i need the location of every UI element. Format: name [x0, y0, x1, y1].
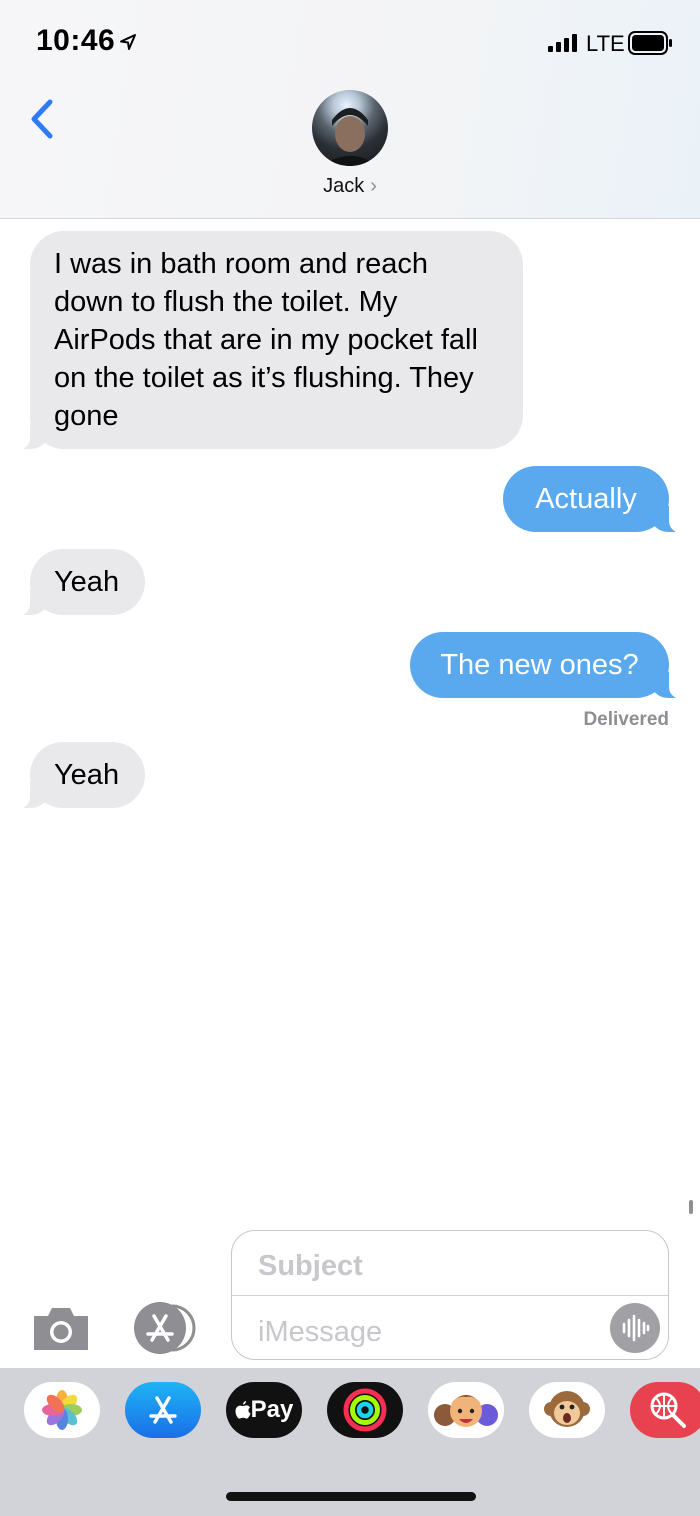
message-bubble-outgoing[interactable]: The new ones? — [410, 632, 689, 699]
apple-pay-label: Pay — [250, 1396, 294, 1423]
battery-icon — [628, 31, 672, 55]
avatar-photo — [322, 108, 378, 166]
message-text: The new ones? — [440, 649, 639, 681]
photos-flower-icon — [42, 1390, 82, 1430]
back-chevron-icon[interactable] — [26, 96, 60, 142]
message-text: I was in bath room and reach down to flu… — [54, 248, 478, 432]
activity-app-icon[interactable] — [327, 1382, 403, 1438]
app-store-drawer-icon[interactable] — [125, 1382, 201, 1438]
home-indicator[interactable] — [226, 1492, 476, 1501]
status-time: 10:46 — [36, 24, 116, 57]
imessage-input[interactable] — [256, 1311, 600, 1353]
app-drawer: Pay — [0, 1368, 700, 1516]
contact-avatar[interactable] — [312, 90, 388, 166]
cellular-signal-icon — [548, 34, 577, 52]
web-images-search-icon[interactable] — [630, 1382, 700, 1438]
audio-message-button[interactable] — [610, 1303, 660, 1353]
scroll-indicator — [689, 1200, 693, 1214]
memoji-icon[interactable] — [428, 1382, 504, 1438]
message-bubble-incoming[interactable]: Yeah — [10, 742, 145, 809]
contact-chevron-icon: › — [370, 175, 377, 197]
message-text: Actually — [535, 483, 637, 515]
waveform-icon — [622, 1314, 650, 1342]
message-text: Yeah — [54, 759, 120, 791]
location-arrow-icon — [120, 34, 136, 50]
compose-divider — [232, 1295, 668, 1296]
app-store-icon[interactable] — [130, 1302, 198, 1354]
apple-pay-icon[interactable]: Pay — [226, 1382, 302, 1438]
conversation-header: 10:46 LTE Jack › — [0, 0, 700, 219]
apple-logo-icon — [235, 1401, 251, 1419]
compose-field — [231, 1230, 669, 1360]
message-bubble-incoming[interactable]: Yeah — [10, 549, 145, 616]
message-bubble-incoming[interactable]: I was in bath room and reach down to flu… — [10, 231, 523, 450]
message-text: Yeah — [54, 566, 120, 598]
network-type: LTE — [586, 31, 625, 56]
camera-icon[interactable] — [30, 1304, 92, 1352]
app-store-glyph — [149, 1396, 177, 1424]
delivery-status: Delivered — [583, 709, 669, 730]
contact-name: Jack — [323, 175, 365, 197]
photos-app-icon[interactable] — [24, 1382, 100, 1438]
subject-input[interactable] — [256, 1245, 650, 1287]
message-bubble-outgoing[interactable]: Actually — [503, 466, 689, 533]
globe-magnifier-icon — [650, 1392, 686, 1428]
animoji-icon[interactable] — [529, 1382, 605, 1438]
monkey-face-icon — [544, 1391, 590, 1427]
contact-name-button[interactable]: Jack › — [0, 175, 700, 198]
memoji-faces-icon — [434, 1395, 498, 1427]
activity-rings-icon — [343, 1388, 387, 1432]
